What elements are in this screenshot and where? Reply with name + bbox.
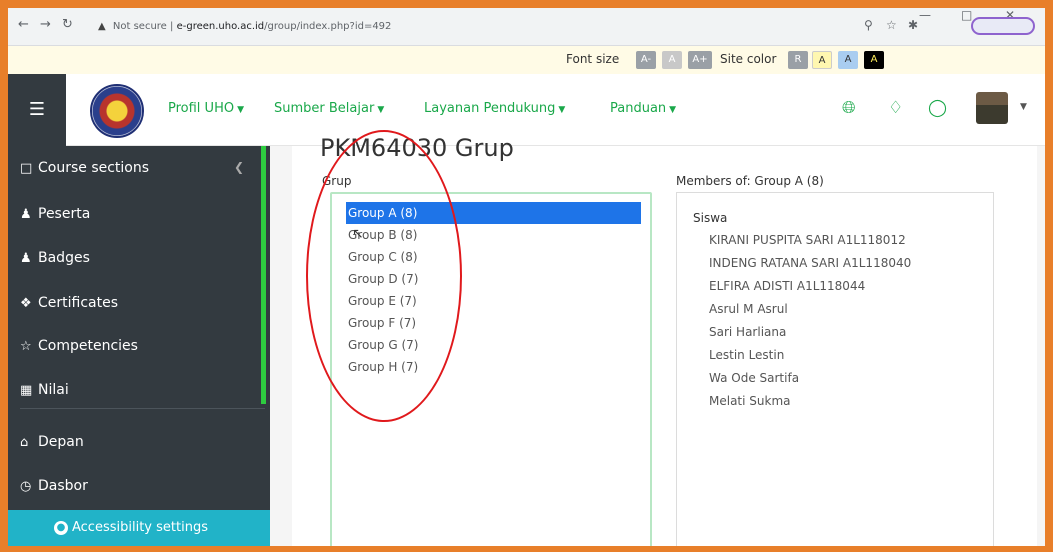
sidebar-item-competencies[interactable]: ☆ Competencies bbox=[20, 338, 138, 354]
color-black-button[interactable]: A bbox=[864, 51, 884, 69]
accessibility-settings-button[interactable]: ● Accessibility settings bbox=[8, 510, 270, 546]
back-icon[interactable]: ← bbox=[18, 17, 29, 32]
browser-bar: ← → ↻ ▲ Not secure | e-green.uho.ac.id/g… bbox=[8, 8, 1045, 46]
member-item: ELFIRA ADISTI A1L118044 bbox=[709, 279, 866, 293]
member-item: INDENG RATANA SARI A1L118040 bbox=[709, 256, 912, 270]
screenshot-frame: ← → ↻ ▲ Not secure | e-green.uho.ac.id/g… bbox=[8, 8, 1045, 546]
color-yellow-button[interactable]: A bbox=[812, 51, 832, 69]
forward-icon[interactable]: → bbox=[40, 17, 51, 32]
chevron-left-icon[interactable]: ❮ bbox=[234, 160, 244, 174]
member-item: KIRANI PUSPITA SARI A1L118012 bbox=[709, 233, 906, 247]
warning-icon: ▲ bbox=[98, 21, 106, 32]
menu-toggle-icon[interactable]: ☰ bbox=[8, 74, 66, 146]
globe-icon[interactable]: 🌐︎ bbox=[842, 98, 856, 118]
sidebar-item-certificates[interactable]: ❖ Certificates bbox=[20, 295, 118, 311]
mouse-cursor-icon: ↖ bbox=[352, 226, 364, 242]
star-icon: ☆ bbox=[20, 339, 32, 354]
sidebar: □ Course sections ❮ ♟ Peserta ♟ Badges ❖ Cer… bbox=[8, 146, 270, 546]
site-logo[interactable] bbox=[90, 84, 144, 138]
member-item: Asrul M Asrul bbox=[709, 302, 788, 316]
home-icon: ⌂ bbox=[20, 435, 29, 450]
address-bar[interactable]: ▲ Not secure | e-green.uho.ac.id/group/i… bbox=[98, 15, 858, 39]
chevron-down-icon: ▼ bbox=[669, 105, 677, 115]
menu-profil-uho[interactable]: Profil UHO ▼ bbox=[168, 101, 244, 116]
bell-icon[interactable]: ♢ bbox=[888, 98, 903, 118]
members-label: Members of: Group A (8) bbox=[676, 174, 824, 188]
font-reset-button[interactable]: A bbox=[662, 51, 682, 69]
url-host: e-green.uho.ac.id bbox=[176, 21, 265, 32]
accessibility-icon: ● bbox=[54, 520, 68, 535]
minimize-icon[interactable]: — bbox=[919, 8, 931, 22]
star-icon[interactable]: ☆ bbox=[886, 18, 897, 32]
sidebar-item-dasbor[interactable]: ◷ Dasbor bbox=[20, 478, 88, 494]
font-size-label: Font size bbox=[566, 52, 620, 66]
chevron-down-icon: ▼ bbox=[377, 105, 385, 115]
members-list: Siswa KIRANI PUSPITA SARI A1L118012 INDE… bbox=[676, 192, 994, 546]
font-increase-button[interactable]: A+ bbox=[688, 51, 712, 69]
reload-icon[interactable]: ↻ bbox=[62, 17, 73, 32]
member-item: Wa Ode Sartifa bbox=[709, 371, 800, 385]
gradebook-icon: ▦ bbox=[20, 383, 33, 398]
folder-icon: □ bbox=[20, 161, 33, 176]
url-path: /group/index.php?id=492 bbox=[264, 21, 392, 32]
menu-layanan-pendukung[interactable]: Layanan Pendukung ▼ bbox=[424, 101, 565, 116]
chevron-down-icon: ▼ bbox=[237, 105, 245, 115]
annotation-ellipse bbox=[306, 130, 462, 422]
sidebar-divider bbox=[20, 408, 265, 409]
sidebar-item-peserta[interactable]: ♟ Peserta bbox=[20, 206, 90, 222]
chevron-down-icon[interactable]: ▼ bbox=[1020, 102, 1027, 112]
color-blue-button[interactable]: A bbox=[838, 51, 858, 69]
sidebar-scroll-indicator bbox=[261, 146, 266, 404]
chevron-down-icon: ▼ bbox=[558, 105, 566, 115]
site-color-label: Site color bbox=[720, 52, 777, 66]
dashboard-icon: ◷ bbox=[20, 479, 32, 494]
sidebar-item-badges[interactable]: ♟ Badges bbox=[20, 250, 90, 266]
accessibility-toolbar: Font size A- A A+ Site color R A A A bbox=[8, 46, 1045, 74]
security-label: Not secure bbox=[112, 21, 167, 32]
font-decrease-button[interactable]: A- bbox=[636, 51, 656, 69]
users-icon: ♟ bbox=[20, 207, 32, 222]
zoom-icon[interactable]: ⚲ bbox=[864, 18, 873, 32]
badge-icon: ♟ bbox=[20, 251, 32, 266]
browser-profile-button[interactable] bbox=[971, 17, 1035, 35]
member-item: Lestin Lestin bbox=[709, 348, 785, 362]
member-item: Sari Harliana bbox=[709, 325, 787, 339]
maximize-icon[interactable]: □ bbox=[961, 8, 972, 22]
sidebar-item-course-sections[interactable]: □ Course sections bbox=[20, 160, 149, 176]
color-reset-button[interactable]: R bbox=[788, 51, 808, 69]
menu-sumber-belajar[interactable]: Sumber Belajar ▼ bbox=[274, 101, 384, 116]
certificate-icon: ❖ bbox=[20, 296, 32, 311]
site-navbar: ☰ Profil UHO ▼ Sumber Belajar ▼ Layanan Pe… bbox=[8, 74, 1045, 146]
chat-icon[interactable]: ◯ bbox=[928, 98, 947, 118]
sidebar-item-depan[interactable]: ⌂ Depan bbox=[20, 434, 84, 450]
members-role-heading: Siswa bbox=[693, 211, 728, 225]
menu-panduan[interactable]: Panduan ▼ bbox=[610, 101, 676, 116]
sidebar-item-nilai[interactable]: ▦ Nilai bbox=[20, 382, 69, 398]
member-item: Melati Sukma bbox=[709, 394, 791, 408]
avatar[interactable] bbox=[976, 92, 1008, 124]
